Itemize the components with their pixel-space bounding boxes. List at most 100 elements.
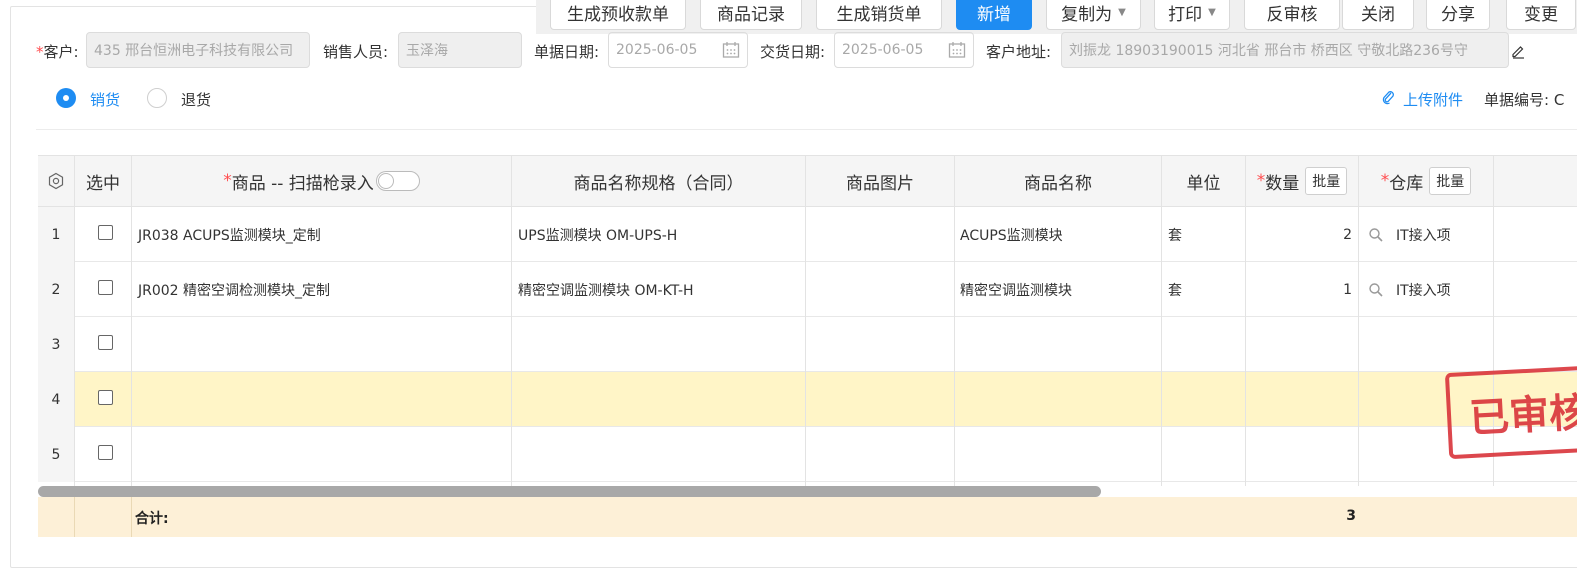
row-number: 3 xyxy=(38,317,74,372)
button-label: 复制为 xyxy=(1061,4,1113,25)
customer-address-field[interactable]: 刘振龙 18903190015 河北省 邢台市 桥西区 守敬北路236号守 xyxy=(1061,32,1509,68)
unit-cell[interactable]: 套 xyxy=(1168,262,1182,317)
table-footer: 合计: 3 xyxy=(38,497,1577,537)
warehouse-cell[interactable]: IT接入项 xyxy=(1368,207,1451,262)
row-checkbox[interactable] xyxy=(98,280,113,295)
unit-cell[interactable]: 套 xyxy=(1168,207,1182,262)
table-row: 1 JR038 ACUPS监测模块_定制 UPS监测模块 OM-UPS-H AC… xyxy=(38,207,1577,262)
close-button[interactable]: 关闭 xyxy=(1342,0,1414,30)
add-new-button[interactable]: 新增 xyxy=(956,0,1032,30)
generate-receipt-button[interactable]: 生成预收款单 xyxy=(550,0,686,30)
print-button[interactable]: 打印 ▼ xyxy=(1154,0,1230,30)
image-header: 商品图片 xyxy=(806,156,954,207)
warehouse-cell[interactable]: IT接入项 xyxy=(1368,262,1451,317)
divider xyxy=(36,129,1577,130)
warehouse-header: * 仓库 批量 xyxy=(1359,156,1493,207)
qty-cell[interactable]: 2 xyxy=(1246,207,1352,262)
sale-radio-label[interactable]: 销货 xyxy=(90,89,120,110)
customer-label: *客户: xyxy=(36,43,79,61)
address-label: 客户地址: xyxy=(986,43,1052,61)
table-row: 4 xyxy=(38,372,1577,427)
settings-icon[interactable] xyxy=(47,172,65,190)
footer-divider xyxy=(131,497,132,537)
column-divider xyxy=(1161,156,1162,486)
button-label: 打印 xyxy=(1168,4,1203,25)
upload-attachment-link[interactable]: 上传附件 xyxy=(1403,89,1463,110)
address-value: 刘振龙 18903190015 河北省 邢台市 桥西区 守敬北路236号守 xyxy=(1069,43,1468,59)
sale-radio[interactable] xyxy=(56,88,76,108)
column-settings-header[interactable] xyxy=(38,156,74,207)
qty-header: * 数量 批量 xyxy=(1246,156,1358,207)
name-cell[interactable]: ACUPS监测模块 xyxy=(960,207,1063,262)
button-label: 新增 xyxy=(977,4,1011,25)
doc-date-label: 单据日期: xyxy=(534,43,600,61)
row-checkbox[interactable] xyxy=(98,445,113,460)
share-button[interactable]: 分享 xyxy=(1426,0,1490,30)
sales-label: 销售人员: xyxy=(323,43,389,61)
scanner-toggle[interactable] xyxy=(375,171,420,191)
select-header: 选中 xyxy=(75,156,131,207)
search-icon[interactable] xyxy=(1368,282,1384,298)
delivery-date-field[interactable]: 2025-06-05 xyxy=(834,32,974,68)
footer-total-label: 合计: xyxy=(135,511,169,527)
product-records-button[interactable]: 商品记录 xyxy=(700,0,802,30)
stamp-text: 已审核 xyxy=(1468,389,1577,442)
table-row: 2 JR002 精密空调检测模块_定制 精密空调监测模块 OM-KT-H 精密空… xyxy=(38,262,1577,317)
copy-as-button[interactable]: 复制为 ▼ xyxy=(1046,0,1141,30)
button-label: 商品记录 xyxy=(717,4,785,25)
row-number: 4 xyxy=(38,372,74,427)
row-number: 1 xyxy=(38,207,74,262)
column-divider xyxy=(131,156,132,486)
row-checkbox[interactable] xyxy=(98,335,113,350)
button-label: 变更 xyxy=(1524,4,1558,25)
product-table: 选中 * 商品 -- 扫描枪录入 商品名称规格（合同） 商品图片 商品名称 单位 … xyxy=(38,155,1577,541)
column-divider xyxy=(954,156,955,486)
return-radio[interactable] xyxy=(147,88,167,108)
warehouse-value: IT接入项 xyxy=(1396,227,1451,244)
customer-value: 435 邢台恒洲电子科技有限公司 xyxy=(94,43,294,59)
delivery-date-value: 2025-06-05 xyxy=(842,42,924,58)
return-radio-label[interactable]: 退货 xyxy=(181,89,211,110)
doc-date-value: 2025-06-05 xyxy=(616,42,698,58)
doc-number-label: 单据编号: C xyxy=(1484,91,1565,109)
horizontal-scrollbar[interactable] xyxy=(38,486,1101,497)
customer-field[interactable]: 435 邢台恒洲电子科技有限公司 xyxy=(86,32,310,68)
approved-stamp: 已审核 xyxy=(1444,364,1577,460)
product-cell[interactable]: JR038 ACUPS监测模块_定制 xyxy=(138,207,321,262)
warehouse-header-text: 仓库 xyxy=(1389,173,1424,194)
button-label: 生成销货单 xyxy=(836,4,922,25)
doc-date-field[interactable]: 2025-06-05 xyxy=(608,32,748,68)
warehouse-value: IT接入项 xyxy=(1396,282,1451,299)
qty-batch-button[interactable]: 批量 xyxy=(1305,167,1348,195)
button-label: 分享 xyxy=(1441,4,1475,25)
spec-cell[interactable]: UPS监测模块 OM-UPS-H xyxy=(518,207,677,262)
customer-label-text: 客户: xyxy=(43,43,79,61)
button-label: 反审核 xyxy=(1266,4,1318,25)
change-button[interactable]: 变更 xyxy=(1506,0,1576,30)
row-checkbox[interactable] xyxy=(98,225,113,240)
column-divider xyxy=(805,156,806,486)
row-checkbox[interactable] xyxy=(98,390,113,405)
spec-cell[interactable]: 精密空调监测模块 OM-KT-H xyxy=(518,262,694,317)
qty-cell[interactable]: 1 xyxy=(1246,262,1352,317)
sales-value: 玉泽海 xyxy=(406,43,448,59)
name-cell[interactable]: 精密空调监测模块 xyxy=(960,262,1072,317)
unapprove-button[interactable]: 反审核 xyxy=(1244,0,1340,30)
toolbar: 生成预收款单 商品记录 生成销货单 新增 复制为 ▼ 打印 ▼ 反审核 关闭 分享 … xyxy=(536,0,1577,34)
calendar-icon xyxy=(722,42,740,58)
paperclip-icon[interactable] xyxy=(1381,89,1395,105)
qty-header-text: 数量 xyxy=(1265,173,1300,194)
generate-sales-button[interactable]: 生成销货单 xyxy=(816,0,942,30)
column-divider xyxy=(1358,156,1359,486)
column-divider xyxy=(511,156,512,486)
warehouse-batch-button[interactable]: 批量 xyxy=(1429,167,1472,195)
sales-person-field[interactable]: 玉泽海 xyxy=(398,32,522,68)
delivery-date-label: 交货日期: xyxy=(760,43,826,61)
extra-header xyxy=(1494,156,1577,207)
product-cell[interactable]: JR002 精密空调检测模块_定制 xyxy=(138,262,330,317)
button-label: 生成预收款单 xyxy=(567,4,669,25)
product-header: * 商品 -- 扫描枪录入 xyxy=(132,156,511,207)
spec-header: 商品名称规格（合同） xyxy=(512,156,805,207)
search-icon[interactable] xyxy=(1368,227,1384,243)
edit-icon[interactable] xyxy=(1510,43,1526,59)
